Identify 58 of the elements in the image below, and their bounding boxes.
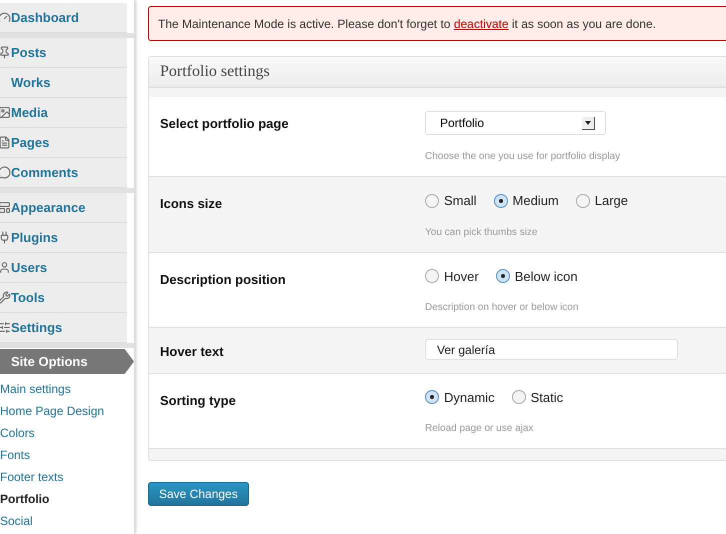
radio-label: Hover (444, 268, 479, 286)
radio-label: Dynamic (444, 388, 495, 407)
speech-bubble-icon (0, 166, 11, 179)
menu-item[interactable]: Media (0, 98, 127, 128)
radio-label: Medium (512, 192, 559, 210)
submenu-link[interactable]: Fonts (0, 446, 30, 468)
field-label: Hover text (160, 343, 225, 361)
document-icon (0, 136, 11, 149)
save-changes-button[interactable]: Save Changes (148, 482, 249, 506)
plug-icon (0, 231, 11, 244)
layout-icon (0, 201, 11, 214)
radio-button[interactable] (494, 194, 508, 208)
menu-item[interactable]: Comments (0, 158, 127, 188)
radio-label: Large (594, 192, 628, 210)
menu-item[interactable]: Tools (0, 283, 127, 313)
field-label: Description position (160, 270, 287, 289)
active-menu-item[interactable]: Site Options (0, 349, 134, 374)
radio-button[interactable] (425, 269, 439, 284)
help-text: Reload page or use ajax (425, 422, 534, 436)
menu-item[interactable]: Pages (0, 128, 127, 158)
image-icon (0, 106, 11, 119)
submenu-link[interactable]: Main settings (0, 380, 71, 402)
menu-item[interactable]: Works (0, 68, 127, 98)
field-label: Sorting type (160, 392, 237, 410)
help-text: You can pick thumbs size (425, 226, 538, 240)
maintenance-notice: The Maintenance Mode is active. Please don't forget to deactivate it as soon as you are done. (148, 6, 726, 41)
radio-label: Below icon (514, 268, 578, 286)
help-text: Description on hover or below icon (425, 301, 578, 315)
field-label: Icons size (160, 195, 224, 213)
gauge-icon (0, 11, 11, 24)
radio-button[interactable] (425, 194, 439, 208)
radio-label: Static (530, 388, 564, 406)
submenu-link[interactable]: Colors (0, 424, 35, 446)
menu-item[interactable]: Posts (0, 38, 127, 68)
menu-item[interactable]: Appearance (0, 193, 127, 223)
radio-label: Small (444, 192, 477, 210)
radio-button[interactable] (576, 194, 590, 208)
submenu-link[interactable]: Portfolio (0, 490, 50, 512)
page-select[interactable]: Portfolio (425, 111, 606, 135)
menu-item[interactable]: Plugins (0, 223, 127, 253)
pin-icon (0, 46, 11, 59)
help-text: Choose the one you use for portfolio display (425, 150, 620, 164)
radio-button[interactable] (425, 390, 439, 404)
panel-title: Portfolio settings (160, 62, 270, 82)
radio-button[interactable] (496, 269, 510, 284)
submenu-link[interactable]: Footer texts (0, 468, 64, 490)
submenu-link[interactable]: Social (0, 512, 33, 534)
hover-text-field[interactable]: Ver galería (425, 339, 678, 360)
user-icon (0, 261, 11, 274)
wrench-icon (0, 291, 11, 304)
menu-item[interactable]: Settings (0, 313, 127, 343)
deactivate-link[interactable]: deactivate (454, 14, 509, 32)
radio-button[interactable] (512, 390, 526, 404)
submenu-link[interactable]: Home Page Design (0, 402, 104, 424)
menu-item[interactable]: Dashboard (0, 3, 127, 33)
menu-item[interactable]: Users (0, 253, 127, 283)
field-label: Select portfolio page (160, 115, 290, 133)
sliders-icon (0, 321, 11, 334)
